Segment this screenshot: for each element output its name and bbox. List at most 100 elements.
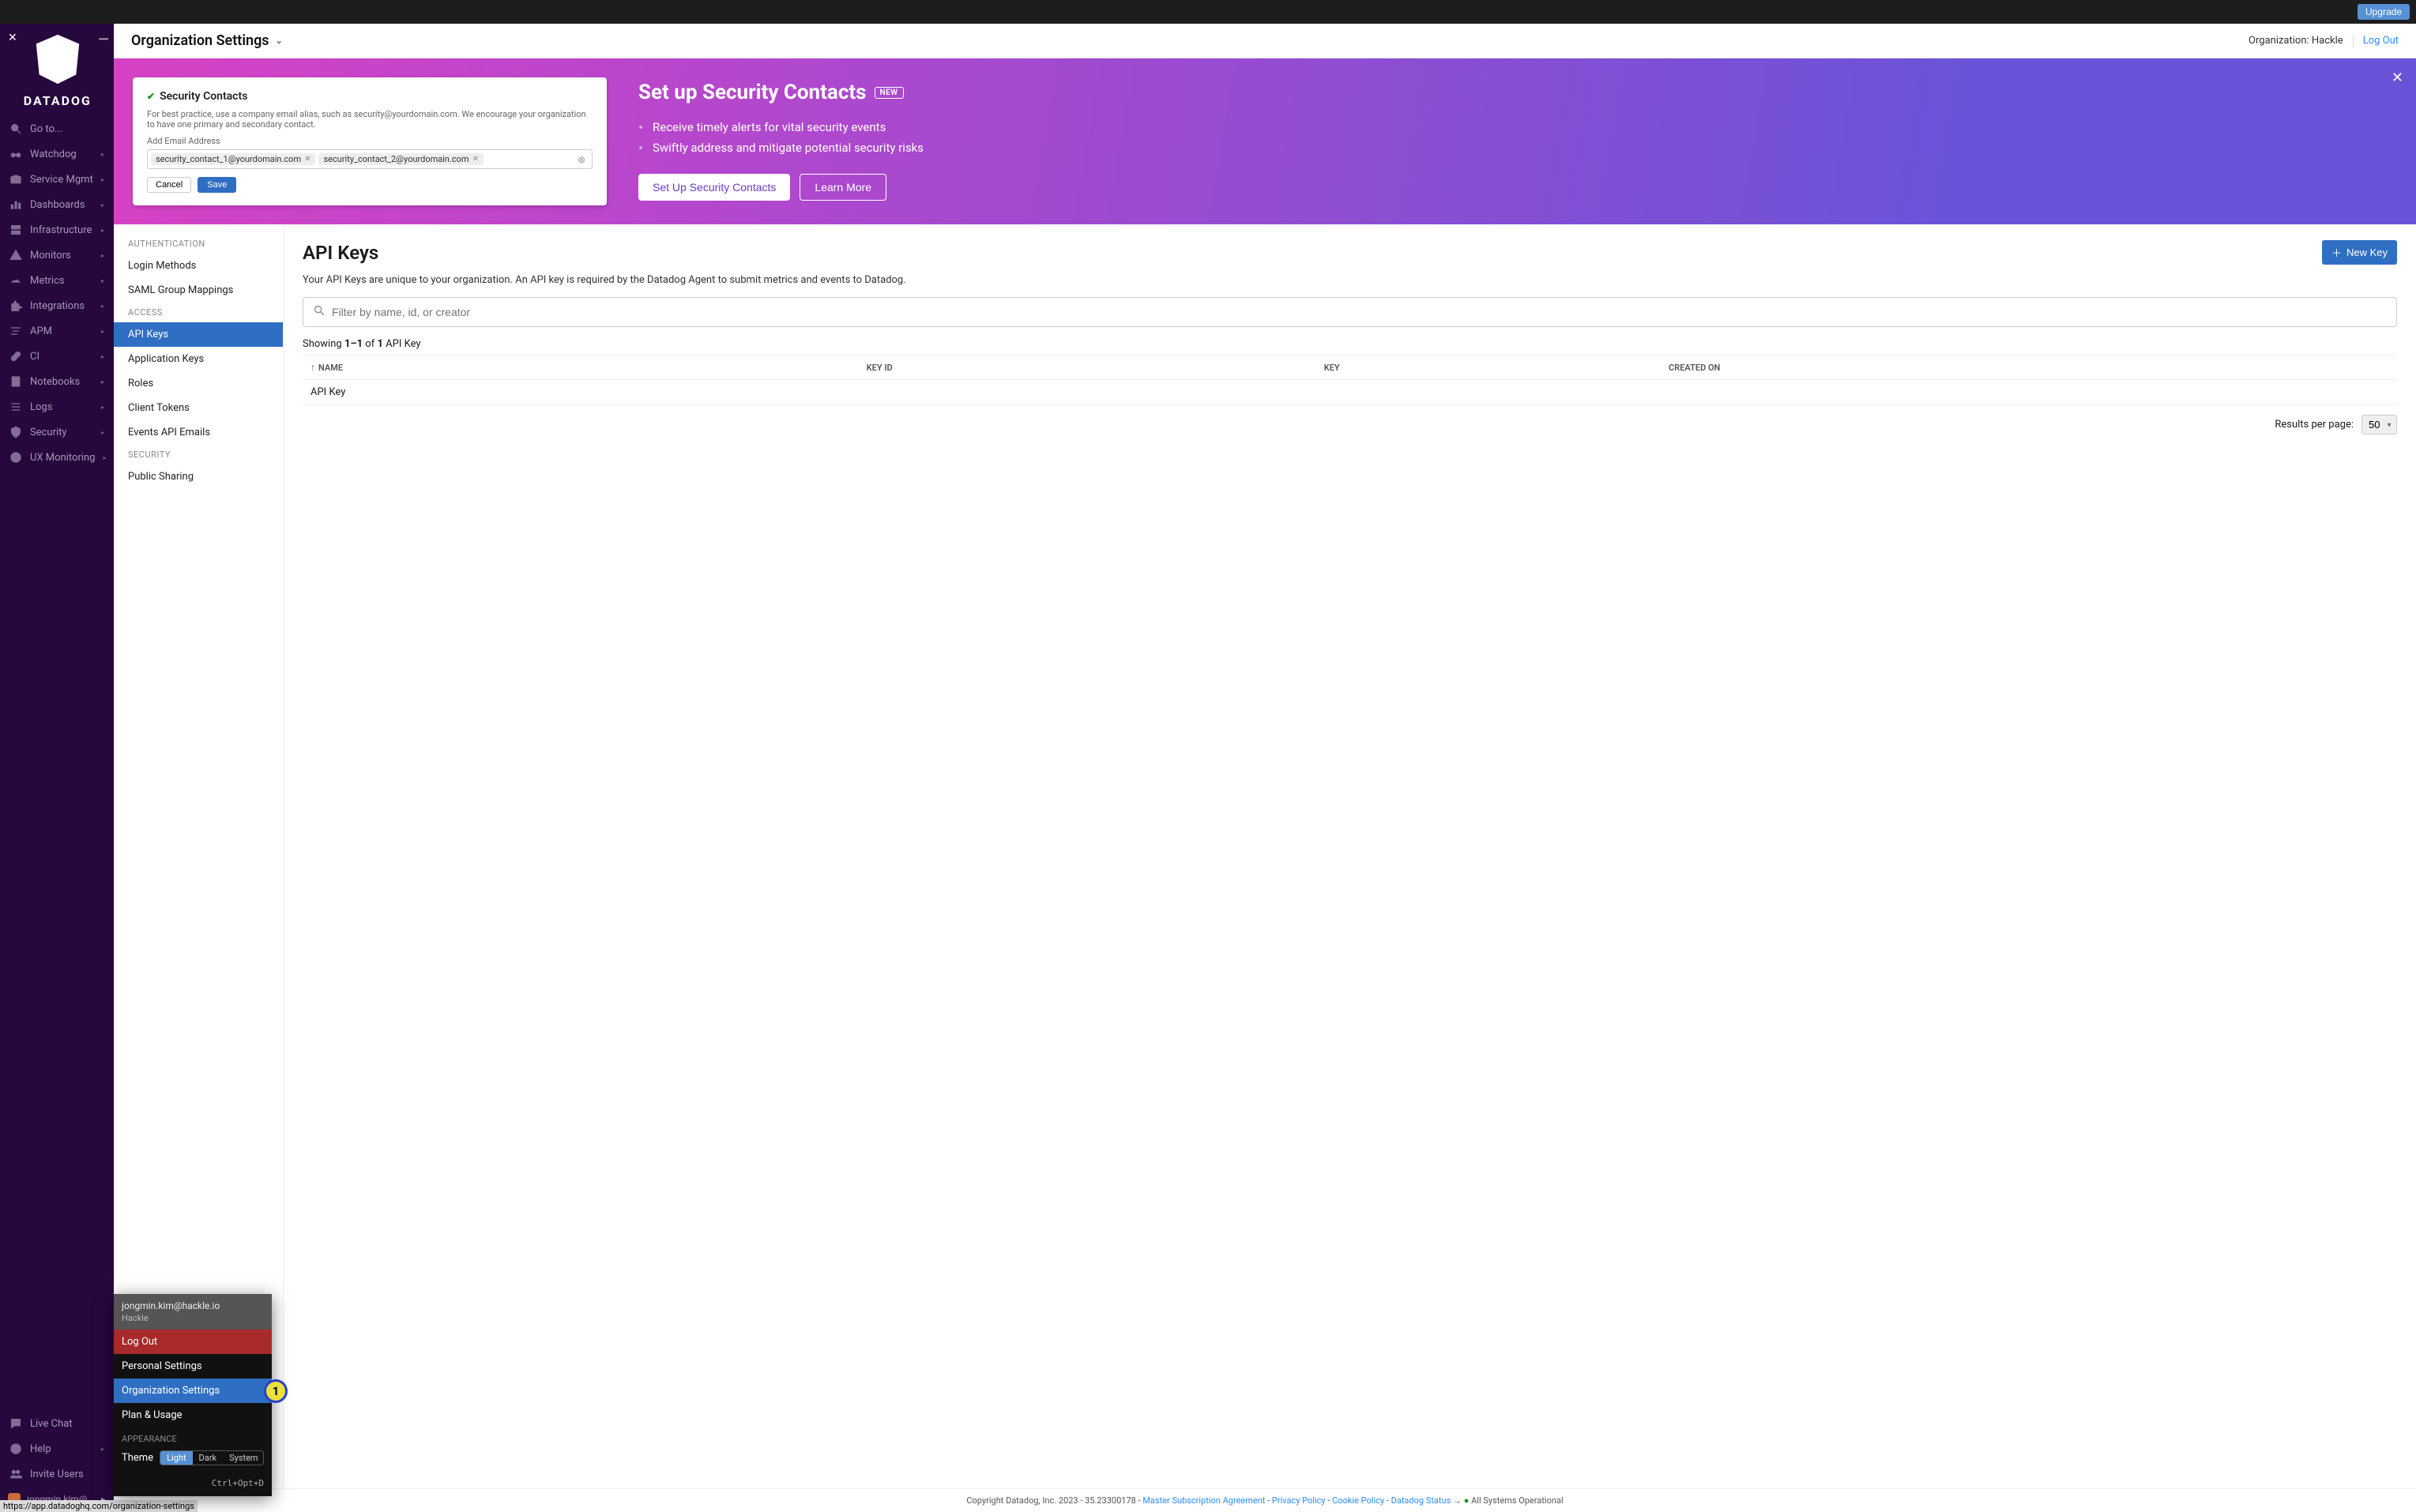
settings-public-sharing[interactable]: Public Sharing bbox=[114, 465, 283, 489]
filter-input[interactable] bbox=[332, 306, 2387, 318]
cancel-button[interactable]: Cancel bbox=[147, 177, 191, 193]
per-page-select[interactable]: 50 bbox=[2361, 415, 2397, 434]
nav-close-icon[interactable]: ✕ bbox=[8, 32, 17, 44]
theme-dark[interactable]: Dark bbox=[193, 1451, 224, 1465]
org-label: Organization: Hackle bbox=[2249, 35, 2343, 47]
link-status[interactable]: Datadog Status bbox=[1391, 1495, 1451, 1506]
col-key[interactable]: KEY bbox=[1316, 355, 1661, 380]
pager: Results per page: 50 bbox=[303, 415, 2397, 434]
setup-security-button[interactable]: Set Up Security Contacts bbox=[638, 174, 790, 201]
chat-icon bbox=[9, 1417, 22, 1430]
user-menu-personal[interactable]: Personal Settings bbox=[114, 1354, 272, 1378]
nav-integrations[interactable]: Integrations▸ bbox=[0, 293, 114, 318]
keyboard-shortcut-row: Ctrl+Opt+D bbox=[114, 1473, 272, 1496]
chip-text: security_contact_2@yourdomain.com bbox=[323, 154, 469, 164]
nav-invite-users[interactable]: Invite Users bbox=[0, 1461, 114, 1487]
banner-title-text: Set up Security Contacts bbox=[638, 81, 867, 104]
nav-live-chat[interactable]: Live Chat bbox=[0, 1411, 114, 1436]
nav-notebooks[interactable]: Notebooks▸ bbox=[0, 369, 114, 394]
page-header: Organization Settings ⌄ Organization: Ha… bbox=[114, 24, 2416, 58]
upgrade-button[interactable]: Upgrade bbox=[2358, 4, 2410, 20]
page-title-text: Organization Settings bbox=[131, 32, 269, 49]
showing-text: Showing 1–1 of 1 API Key bbox=[303, 338, 2397, 350]
brand-text: DATADOG bbox=[24, 93, 92, 108]
theme-system[interactable]: System bbox=[223, 1451, 264, 1465]
settings-saml-mappings[interactable]: SAML Group Mappings bbox=[114, 278, 283, 303]
chevron-right-icon: ▸ bbox=[101, 151, 104, 158]
banner-bullet: Swiftly address and mitigate potential s… bbox=[638, 137, 2397, 158]
sort-up-icon: ↑ bbox=[310, 362, 315, 373]
nav-help[interactable]: Help▸ bbox=[0, 1436, 114, 1461]
nav-collapse-icon[interactable]: — bbox=[98, 32, 109, 48]
nav-label: UX Monitoring bbox=[30, 452, 96, 464]
nav-label: Security bbox=[30, 427, 67, 438]
col-created[interactable]: CREATED ON bbox=[1661, 355, 2397, 380]
page-title[interactable]: Organization Settings ⌄ bbox=[131, 32, 283, 49]
nav-label: Go to... bbox=[30, 123, 62, 135]
theme-toggle[interactable]: Light Dark System bbox=[160, 1450, 264, 1465]
col-name[interactable]: ↑NAME bbox=[303, 355, 859, 380]
settings-application-keys[interactable]: Application Keys bbox=[114, 347, 283, 371]
annotation-1: 1 bbox=[264, 1379, 288, 1403]
settings-client-tokens[interactable]: Client Tokens bbox=[114, 396, 283, 420]
nav-ci[interactable]: CI▸ bbox=[0, 344, 114, 369]
server-icon bbox=[9, 224, 22, 236]
link-msa[interactable]: Master Subscription Agreement bbox=[1142, 1495, 1265, 1506]
clear-all-icon[interactable]: ⊗ bbox=[574, 154, 589, 165]
col-key-id[interactable]: KEY ID bbox=[859, 355, 1316, 380]
nav-dashboards[interactable]: Dashboards▸ bbox=[0, 192, 114, 217]
logout-link[interactable]: Log Out bbox=[2363, 35, 2399, 47]
chevron-right-icon: ▸ bbox=[101, 252, 104, 259]
email-chip-input[interactable]: security_contact_1@yourdomain.com✕ secur… bbox=[147, 149, 593, 169]
new-key-button[interactable]: ＋ New Key bbox=[2322, 240, 2397, 265]
settings-events-api-emails[interactable]: Events API Emails bbox=[114, 420, 283, 445]
user-menu-plan[interactable]: Plan & Usage bbox=[114, 1403, 272, 1427]
chip-remove-icon[interactable]: ✕ bbox=[304, 155, 310, 164]
nav-apm[interactable]: APM▸ bbox=[0, 318, 114, 344]
chevron-right-icon: ▸ bbox=[101, 176, 104, 183]
nav-logs[interactable]: Logs▸ bbox=[0, 394, 114, 419]
card-title-text: Security Contacts bbox=[160, 90, 247, 103]
chevron-right-icon: ▸ bbox=[101, 303, 104, 310]
user-menu: jongmin.kim@hackle.io Hackle Log Out Per… bbox=[114, 1294, 272, 1496]
banner-close-icon[interactable]: ✕ bbox=[2392, 70, 2403, 86]
user-menu-org-settings[interactable]: Organization Settings bbox=[114, 1378, 272, 1403]
puzzle-icon bbox=[9, 299, 22, 312]
search-icon bbox=[9, 122, 22, 135]
chevron-right-icon: ▸ bbox=[101, 227, 104, 234]
nav-goto[interactable]: Go to... bbox=[0, 116, 114, 141]
nav-watchdog[interactable]: Watchdog▸ bbox=[0, 141, 114, 167]
chevron-right-icon: ▸ bbox=[101, 277, 104, 284]
nav-label: Service Mgmt bbox=[30, 174, 93, 186]
nav-monitors[interactable]: Monitors▸ bbox=[0, 243, 114, 268]
settings-api-keys[interactable]: API Keys bbox=[114, 322, 283, 347]
nav-service-mgmt[interactable]: Service Mgmt ▸ bbox=[0, 167, 114, 192]
learn-more-button[interactable]: Learn More bbox=[800, 174, 886, 201]
chip-remove-icon[interactable]: ✕ bbox=[472, 155, 479, 164]
settings-login-methods[interactable]: Login Methods bbox=[114, 254, 283, 278]
link-privacy[interactable]: Privacy Policy bbox=[1272, 1495, 1326, 1506]
nav-security[interactable]: Security▸ bbox=[0, 419, 114, 445]
settings-roles[interactable]: Roles bbox=[114, 371, 283, 396]
user-org: Hackle bbox=[122, 1313, 264, 1323]
nav-ux-monitoring[interactable]: UX Monitoring▸ bbox=[0, 445, 114, 470]
nav-label: APM bbox=[30, 325, 52, 337]
nav-metrics[interactable]: Metrics▸ bbox=[0, 268, 114, 293]
top-bar: Upgrade bbox=[0, 0, 2416, 24]
search-icon bbox=[313, 304, 326, 320]
user-menu-logout[interactable]: Log Out bbox=[114, 1330, 272, 1354]
save-button[interactable]: Save bbox=[198, 177, 236, 193]
link-cookie[interactable]: Cookie Policy bbox=[1332, 1495, 1384, 1506]
section-authentication: AUTHENTICATION bbox=[114, 234, 283, 254]
plus-icon: ＋ bbox=[2331, 245, 2342, 260]
theme-light[interactable]: Light bbox=[160, 1451, 192, 1465]
card-hint: For best practice, use a company email a… bbox=[147, 109, 593, 130]
table-row[interactable]: API Key bbox=[303, 380, 2397, 405]
nav-infrastructure[interactable]: Infrastructure▸ bbox=[0, 217, 114, 243]
nav-label: Live Chat bbox=[30, 1418, 72, 1430]
new-badge: NEW bbox=[875, 87, 904, 99]
filter-box[interactable] bbox=[303, 297, 2397, 327]
status-dot-icon: ● bbox=[1464, 1495, 1470, 1506]
datadog-logo: DATADOG bbox=[24, 32, 92, 108]
chart-icon bbox=[9, 198, 22, 211]
